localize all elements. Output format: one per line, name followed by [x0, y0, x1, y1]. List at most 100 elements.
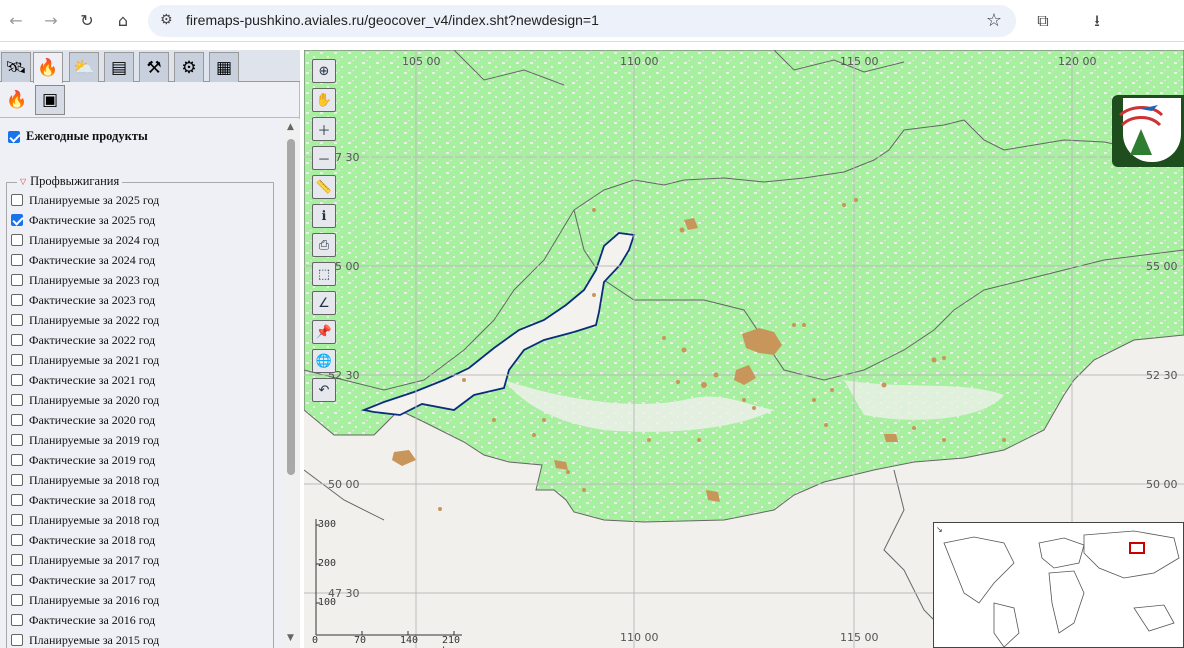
checkbox[interactable] [11, 414, 23, 426]
site-info-icon[interactable]: ⚙ [160, 12, 173, 28]
fire-small-icon[interactable]: 🔥 [2, 85, 32, 115]
pan-hand-icon[interactable]: ✋ [312, 88, 336, 112]
tools-icon[interactable]: ⚒ [139, 52, 169, 82]
layer-item[interactable]: Фактические за 2023 год [11, 290, 155, 310]
ruler-icon[interactable]: 📏 [312, 175, 336, 199]
extensions-icon[interactable]: ⧉ [1032, 10, 1054, 32]
layer-item[interactable]: Фактические за 2021 год [11, 370, 155, 390]
scroll-up-icon[interactable]: ▲ [287, 122, 294, 132]
weather-icon[interactable]: ⛅ [69, 52, 99, 82]
layer-item[interactable]: Планируемые за 2019 год [11, 430, 159, 450]
checkbox[interactable] [11, 574, 23, 586]
map-view[interactable]: 105 00 110 00 115 00 120 00 110 00 115 0… [304, 50, 1184, 648]
layer-item[interactable]: Планируемые за 2025 год [11, 190, 159, 210]
layer-item[interactable]: Планируемые за 2018 год [11, 510, 159, 530]
checkbox[interactable] [11, 354, 23, 366]
gear-icon[interactable]: ⚙ [174, 52, 204, 82]
left-panel: 🛰 🔥 ⛅ ▤ ⚒ ⚙ ▦ 🔥 ▣ Ежегодные продукты ▽ П… [0, 50, 300, 648]
back-arrow-icon[interactable]: ← [5, 10, 27, 32]
layer-item[interactable]: Планируемые за 2018 год [11, 470, 159, 490]
group-legend[interactable]: ▽ Профвыжигания [17, 174, 123, 189]
layer-item[interactable]: Планируемые за 2015 год [11, 630, 159, 648]
layer-item-label: Планируемые за 2023 год [29, 272, 160, 287]
checkbox[interactable] [11, 554, 23, 566]
archive-icon[interactable]: ▣ [35, 85, 65, 115]
layer-item[interactable]: Планируемые за 2021 год [11, 350, 159, 370]
checkbox[interactable] [11, 594, 23, 606]
browser-toolbar: ← → ↻ ⌂ ⚙ firemaps-pushkino.aviales.ru/g… [0, 0, 1184, 42]
polyline-icon[interactable]: ∠ [312, 291, 336, 315]
checkbox[interactable] [11, 334, 23, 346]
home-icon[interactable]: ⌂ [112, 10, 134, 32]
zoom-extent-icon[interactable]: ⊕ [312, 59, 336, 83]
layer-item[interactable]: Планируемые за 2024 год [11, 230, 159, 250]
checkbox[interactable] [11, 214, 23, 226]
download-icon[interactable]: ⭳ [1086, 10, 1108, 32]
checkbox[interactable] [11, 474, 23, 486]
layer-item[interactable]: Планируемые за 2020 год [11, 390, 159, 410]
checkbox[interactable] [11, 254, 23, 266]
checkbox[interactable] [11, 494, 23, 506]
checkbox[interactable] [11, 454, 23, 466]
layer-item[interactable]: Фактические за 2019 год [11, 450, 155, 470]
add-marker-icon[interactable]: 📌 [312, 320, 336, 344]
info-icon[interactable]: ℹ [312, 204, 336, 228]
layer-item[interactable]: Фактические за 2018 год [11, 530, 155, 550]
address-bar[interactable]: ⚙ firemaps-pushkino.aviales.ru/geocover_… [148, 5, 1016, 37]
bookmark-star-icon[interactable]: ☆ [986, 10, 1002, 31]
zoom-out-icon[interactable]: － [312, 146, 336, 170]
checkbox[interactable] [11, 274, 23, 286]
select-area-icon[interactable]: ⬚ [312, 262, 336, 286]
collapse-triangle-icon[interactable]: ▽ [20, 177, 26, 186]
checkbox[interactable] [11, 314, 23, 326]
layer-item-label: Фактические за 2016 год [29, 612, 156, 627]
layer-item[interactable]: Фактические за 2024 год [11, 250, 155, 270]
checkbox[interactable] [11, 234, 23, 246]
layer-item[interactable]: Фактические за 2018 год [11, 490, 155, 510]
layer-item[interactable]: Фактические за 2016 год [11, 610, 155, 630]
lon-label: 110 00 [620, 55, 659, 68]
layer-item[interactable]: Фактические за 2020 год [11, 410, 155, 430]
scale-y-tick: 100 [318, 597, 337, 608]
checkbox[interactable] [11, 294, 23, 306]
globe-icon[interactable]: 🌐 [312, 349, 336, 373]
layer-item-label: Планируемые за 2016 год [29, 592, 160, 607]
scroll-thumb[interactable] [287, 139, 295, 475]
panel-scrollbar[interactable]: ▲ ▼ [284, 119, 300, 648]
lon-label: 105 00 [402, 55, 441, 68]
checkbox[interactable] [11, 534, 23, 546]
prescribed-burns-group: ▽ Профвыжигания Планируемые за 2025 год Ф… [6, 174, 274, 648]
checkbox[interactable] [11, 374, 23, 386]
forward-arrow-icon[interactable]: → [40, 10, 62, 32]
print-icon[interactable]: ⎙ [312, 233, 336, 257]
overview-map[interactable]: ↘ [933, 522, 1184, 648]
checkbox[interactable] [11, 194, 23, 206]
stack-icon[interactable]: ▤ [104, 52, 134, 82]
scale-y-tick: 300 [318, 519, 337, 530]
scroll-down-icon[interactable]: ▼ [287, 633, 294, 643]
layer-item[interactable]: Фактические за 2025 год [11, 210, 155, 230]
undo-icon[interactable]: ↶ [312, 378, 336, 402]
checkbox[interactable] [11, 614, 23, 626]
checkbox[interactable] [11, 634, 23, 646]
fire-icon[interactable]: 🔥 [33, 52, 63, 83]
layer-item[interactable]: Планируемые за 2023 год [11, 270, 159, 290]
lon-label-bottom: 110 00 [620, 631, 659, 644]
layer-item[interactable]: Планируемые за 2022 год [11, 310, 159, 330]
layer-item-label: Планируемые за 2025 год [29, 192, 160, 207]
layer-item[interactable]: Планируемые за 2016 год [11, 590, 159, 610]
layer-item-label: Планируемые за 2019 год [29, 432, 160, 447]
annual-products-checkbox[interactable]: Ежегодные продукты [8, 129, 148, 144]
layer-item[interactable]: Фактические за 2017 год [11, 570, 155, 590]
zoom-in-icon[interactable]: ＋ [312, 117, 336, 141]
checkbox[interactable] [11, 394, 23, 406]
checkbox[interactable] [11, 514, 23, 526]
table-icon[interactable]: ▦ [209, 52, 239, 82]
checkbox[interactable] [11, 434, 23, 446]
checkbox[interactable] [8, 130, 20, 143]
lon-label: 120 00 [1058, 55, 1097, 68]
layer-item[interactable]: Планируемые за 2017 год [11, 550, 159, 570]
reload-icon[interactable]: ↻ [76, 10, 98, 32]
layers-tool-icon[interactable]: 🛰 [1, 52, 31, 82]
layer-item[interactable]: Фактические за 2022 год [11, 330, 155, 350]
